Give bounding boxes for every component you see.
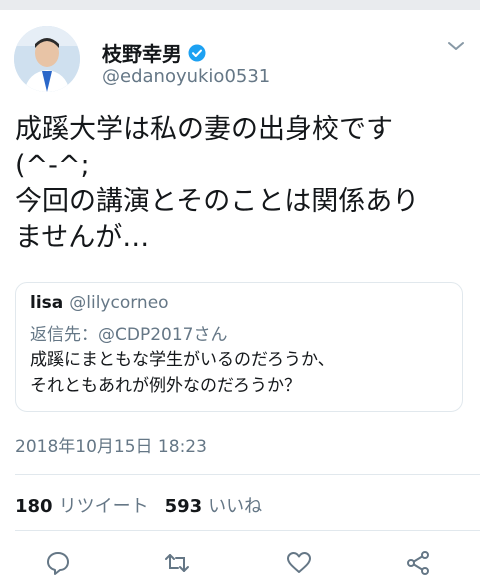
tweet-stats: 180 リツイート 593 いいね xyxy=(15,492,262,518)
reply-icon[interactable] xyxy=(45,550,71,576)
quoted-tweet-card[interactable]: lisa @lilycorneo 返信先：@CDP2017さん 成蹊にまともな学生… xyxy=(15,282,463,412)
like-stat[interactable]: 593 いいね xyxy=(165,492,263,518)
name-row: 枝野幸男 xyxy=(102,38,206,67)
retweet-label: リツイート xyxy=(58,496,149,517)
retweet-stat[interactable]: 180 リツイート xyxy=(15,492,149,518)
tweet-actions xyxy=(0,544,480,580)
avatar[interactable] xyxy=(14,26,80,92)
divider xyxy=(15,474,480,475)
verified-badge-icon xyxy=(188,44,206,62)
quoted-author-handle: @lilycorneo xyxy=(69,293,169,313)
share-icon[interactable] xyxy=(405,550,431,576)
display-name[interactable]: 枝野幸男 xyxy=(102,38,182,67)
like-count: 593 xyxy=(164,496,203,517)
quoted-author-row: lisa @lilycorneo xyxy=(30,293,169,313)
chevron-down-icon[interactable] xyxy=(446,38,466,52)
tweet-text: 成蹊大学は私の妻の出身校です (^-^; 今回の講演とそのことは関係あり ません… xyxy=(15,114,420,253)
quoted-reply-to: 返信先：@CDP2017さん xyxy=(30,325,228,345)
tweet-header: 枝野幸男 @edanoyukio0531 xyxy=(0,18,480,98)
quoted-tweet-text: 成蹊にまともな学生がいるのだろうか、 それともあれが例外なのだろうか？ xyxy=(30,350,335,396)
user-handle[interactable]: @edanoyukio0531 xyxy=(102,66,270,87)
like-label: いいね xyxy=(208,496,263,517)
like-icon[interactable] xyxy=(286,550,312,576)
retweet-icon[interactable] xyxy=(164,550,190,576)
divider xyxy=(15,530,480,531)
retweet-count: 180 xyxy=(15,496,53,517)
tweet-timestamp[interactable]: 2018年10月15日 18:23 xyxy=(15,432,207,457)
quoted-author-name: lisa xyxy=(30,293,64,313)
top-strip xyxy=(0,0,480,10)
